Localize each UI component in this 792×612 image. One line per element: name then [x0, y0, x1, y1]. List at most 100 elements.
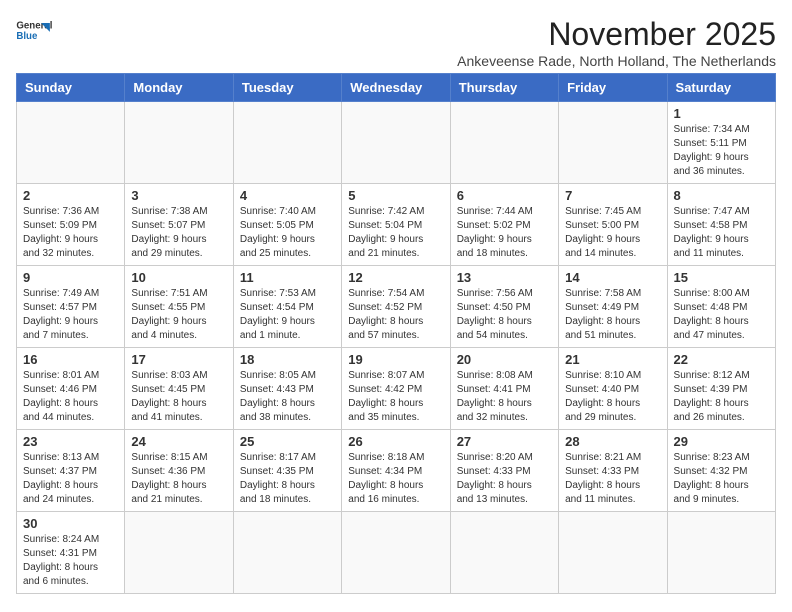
- calendar-header-row: Sunday Monday Tuesday Wednesday Thursday…: [17, 74, 776, 102]
- day-info: Sunrise: 7:45 AM Sunset: 5:00 PM Dayligh…: [565, 205, 660, 261]
- logo: General Blue: [16, 16, 52, 46]
- day-number: 1: [674, 106, 769, 121]
- table-row: [667, 512, 775, 594]
- day-number: 24: [131, 434, 226, 449]
- day-number: 8: [674, 188, 769, 203]
- header-wednesday: Wednesday: [342, 74, 450, 102]
- day-info: Sunrise: 7:47 AM Sunset: 4:58 PM Dayligh…: [674, 205, 769, 261]
- day-info: Sunrise: 7:58 AM Sunset: 4:49 PM Dayligh…: [565, 287, 660, 343]
- day-info: Sunrise: 8:18 AM Sunset: 4:34 PM Dayligh…: [348, 451, 443, 507]
- table-row: 25Sunrise: 8:17 AM Sunset: 4:35 PM Dayli…: [233, 430, 341, 512]
- day-info: Sunrise: 7:56 AM Sunset: 4:50 PM Dayligh…: [457, 287, 552, 343]
- day-info: Sunrise: 8:08 AM Sunset: 4:41 PM Dayligh…: [457, 369, 552, 425]
- calendar-week-row: 9 Sunrise: 7:49 AM Sunset: 4:57 PM Daylig…: [17, 266, 776, 348]
- table-row: 14 Sunrise: 7:58 AM Sunset: 4:49 PM Dayli…: [559, 266, 667, 348]
- day-number: 23: [23, 434, 118, 449]
- table-row: [125, 102, 233, 184]
- table-row: 21 Sunrise: 8:10 AM Sunset: 4:40 PM Dayli…: [559, 348, 667, 430]
- day-number: 15: [674, 270, 769, 285]
- table-row: [233, 512, 341, 594]
- title-area: November 2025 Ankeveense Rade, North Hol…: [457, 16, 776, 69]
- day-number: 27: [457, 434, 552, 449]
- day-number: 12: [348, 270, 443, 285]
- day-info: Sunrise: 8:13 AM Sunset: 4:37 PM Dayligh…: [23, 451, 118, 507]
- table-row: 13 Sunrise: 7:56 AM Sunset: 4:50 PM Dayli…: [450, 266, 558, 348]
- table-row: [559, 512, 667, 594]
- day-number: 6: [457, 188, 552, 203]
- header: General Blue November 2025 Ankeveense Ra…: [16, 16, 776, 69]
- day-number: 5: [348, 188, 443, 203]
- day-info: Sunrise: 7:38 AM Sunset: 5:07 PM Dayligh…: [131, 205, 226, 261]
- page-title: November 2025: [457, 16, 776, 53]
- table-row: 2 Sunrise: 7:36 AM Sunset: 5:09 PM Daylig…: [17, 184, 125, 266]
- day-info: Sunrise: 7:44 AM Sunset: 5:02 PM Dayligh…: [457, 205, 552, 261]
- table-row: 4 Sunrise: 7:40 AM Sunset: 5:05 PM Daylig…: [233, 184, 341, 266]
- day-number: 11: [240, 270, 335, 285]
- table-row: 17 Sunrise: 8:03 AM Sunset: 4:45 PM Dayli…: [125, 348, 233, 430]
- day-info: Sunrise: 8:07 AM Sunset: 4:42 PM Dayligh…: [348, 369, 443, 425]
- calendar-week-row: 2 Sunrise: 7:36 AM Sunset: 5:09 PM Daylig…: [17, 184, 776, 266]
- header-monday: Monday: [125, 74, 233, 102]
- table-row: 10 Sunrise: 7:51 AM Sunset: 4:55 PM Dayli…: [125, 266, 233, 348]
- day-number: 21: [565, 352, 660, 367]
- header-saturday: Saturday: [667, 74, 775, 102]
- day-number: 22: [674, 352, 769, 367]
- day-info: Sunrise: 8:03 AM Sunset: 4:45 PM Dayligh…: [131, 369, 226, 425]
- table-row: 15 Sunrise: 8:00 AM Sunset: 4:48 PM Dayli…: [667, 266, 775, 348]
- day-info: Sunrise: 8:10 AM Sunset: 4:40 PM Dayligh…: [565, 369, 660, 425]
- day-info: Sunrise: 8:17 AM Sunset: 4:35 PM Dayligh…: [240, 451, 335, 507]
- calendar-week-row: 23 Sunrise: 8:13 AM Sunset: 4:37 PM Dayli…: [17, 430, 776, 512]
- day-number: 3: [131, 188, 226, 203]
- day-number: 9: [23, 270, 118, 285]
- table-row: [450, 102, 558, 184]
- general-blue-logo-icon: General Blue: [16, 16, 52, 46]
- table-row: 1Sunrise: 7:34 AM Sunset: 5:11 PM Daylig…: [667, 102, 775, 184]
- day-number: 26: [348, 434, 443, 449]
- table-row: 12Sunrise: 7:54 AM Sunset: 4:52 PM Dayli…: [342, 266, 450, 348]
- header-thursday: Thursday: [450, 74, 558, 102]
- day-info: Sunrise: 8:23 AM Sunset: 4:32 PM Dayligh…: [674, 451, 769, 507]
- table-row: 16 Sunrise: 8:01 AM Sunset: 4:46 PM Dayli…: [17, 348, 125, 430]
- day-number: 16: [23, 352, 118, 367]
- table-row: 22Sunrise: 8:12 AM Sunset: 4:39 PM Dayli…: [667, 348, 775, 430]
- table-row: 23 Sunrise: 8:13 AM Sunset: 4:37 PM Dayli…: [17, 430, 125, 512]
- table-row: 19 Sunrise: 8:07 AM Sunset: 4:42 PM Dayli…: [342, 348, 450, 430]
- table-row: 9 Sunrise: 7:49 AM Sunset: 4:57 PM Daylig…: [17, 266, 125, 348]
- day-number: 30: [23, 516, 118, 531]
- day-info: Sunrise: 7:51 AM Sunset: 4:55 PM Dayligh…: [131, 287, 226, 343]
- svg-text:Blue: Blue: [16, 31, 38, 42]
- day-info: Sunrise: 7:40 AM Sunset: 5:05 PM Dayligh…: [240, 205, 335, 261]
- calendar-week-row: 16 Sunrise: 8:01 AM Sunset: 4:46 PM Dayli…: [17, 348, 776, 430]
- table-row: 30 Sunrise: 8:24 AM Sunset: 4:31 PM Dayli…: [17, 512, 125, 594]
- day-info: Sunrise: 8:21 AM Sunset: 4:33 PM Dayligh…: [565, 451, 660, 507]
- day-info: Sunrise: 7:53 AM Sunset: 4:54 PM Dayligh…: [240, 287, 335, 343]
- table-row: [17, 102, 125, 184]
- table-row: 11 Sunrise: 7:53 AM Sunset: 4:54 PM Dayli…: [233, 266, 341, 348]
- calendar-week-row: 1Sunrise: 7:34 AM Sunset: 5:11 PM Daylig…: [17, 102, 776, 184]
- table-row: [125, 512, 233, 594]
- day-info: Sunrise: 8:24 AM Sunset: 4:31 PM Dayligh…: [23, 533, 118, 589]
- day-number: 17: [131, 352, 226, 367]
- header-sunday: Sunday: [17, 74, 125, 102]
- table-row: 26 Sunrise: 8:18 AM Sunset: 4:34 PM Dayli…: [342, 430, 450, 512]
- table-row: [342, 102, 450, 184]
- day-info: Sunrise: 7:49 AM Sunset: 4:57 PM Dayligh…: [23, 287, 118, 343]
- table-row: [450, 512, 558, 594]
- table-row: 7Sunrise: 7:45 AM Sunset: 5:00 PM Daylig…: [559, 184, 667, 266]
- day-number: 2: [23, 188, 118, 203]
- day-info: Sunrise: 8:00 AM Sunset: 4:48 PM Dayligh…: [674, 287, 769, 343]
- day-number: 19: [348, 352, 443, 367]
- day-number: 20: [457, 352, 552, 367]
- table-row: 18Sunrise: 8:05 AM Sunset: 4:43 PM Dayli…: [233, 348, 341, 430]
- table-row: 28 Sunrise: 8:21 AM Sunset: 4:33 PM Dayli…: [559, 430, 667, 512]
- day-number: 4: [240, 188, 335, 203]
- day-info: Sunrise: 7:36 AM Sunset: 5:09 PM Dayligh…: [23, 205, 118, 261]
- day-info: Sunrise: 8:01 AM Sunset: 4:46 PM Dayligh…: [23, 369, 118, 425]
- day-info: Sunrise: 8:05 AM Sunset: 4:43 PM Dayligh…: [240, 369, 335, 425]
- day-info: Sunrise: 8:20 AM Sunset: 4:33 PM Dayligh…: [457, 451, 552, 507]
- day-number: 14: [565, 270, 660, 285]
- day-number: 28: [565, 434, 660, 449]
- header-tuesday: Tuesday: [233, 74, 341, 102]
- day-number: 10: [131, 270, 226, 285]
- day-number: 13: [457, 270, 552, 285]
